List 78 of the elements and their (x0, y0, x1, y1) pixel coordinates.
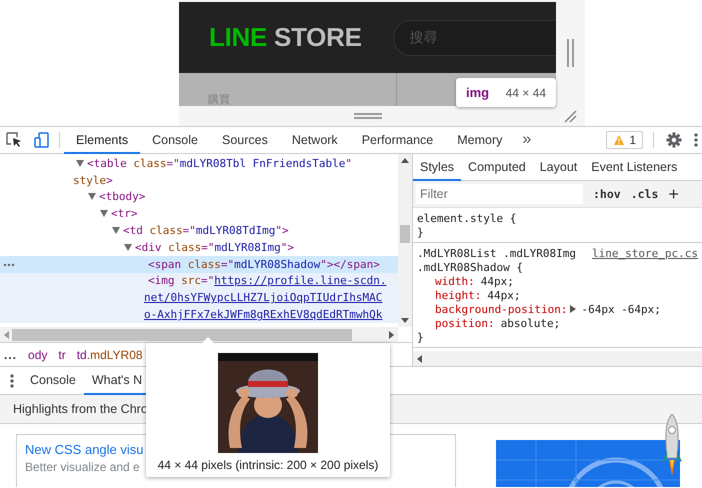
resize-handle[interactable] (354, 113, 382, 119)
css-property[interactable]: width: (435, 274, 475, 288)
css-property[interactable]: position: (435, 316, 495, 330)
tree-row[interactable]: <td class="mdLYR08TdImg"> (0, 222, 398, 239)
logo-text: STORE (274, 22, 362, 53)
code-link-line: <img src="https://profile.line-scdn. (148, 274, 386, 288)
expand-arrow-icon[interactable] (76, 160, 84, 167)
search-field[interactable]: 搜尋 (392, 20, 556, 56)
expand-arrow-icon[interactable] (100, 210, 108, 218)
code-link-line: net/0hsYFWypcLLHZ7LjoiOqpTIUdrIhsMAC (144, 291, 382, 304)
css-selector: .MdLYR08List .mdLYR08Img (417, 246, 576, 260)
inspect-icon[interactable] (6, 132, 22, 148)
filter-field[interactable]: Filter (416, 184, 583, 204)
warnings-button[interactable]: 1 (606, 131, 643, 149)
drawer-tab[interactable]: Console (22, 367, 84, 395)
element-tooltip: img 44 × 44 (456, 78, 556, 107)
resize-corner-icon[interactable] (564, 110, 577, 122)
hov-toggle[interactable]: :hov (593, 187, 621, 201)
code-line: style> (73, 174, 113, 187)
panel-tab[interactable]: Memory (445, 127, 514, 154)
vertical-scrollbar[interactable] (398, 154, 412, 327)
scrollbar-thumb[interactable] (400, 225, 410, 243)
expand-arrow-icon[interactable] (112, 227, 120, 234)
styles-tab[interactable]: Computed (461, 154, 533, 181)
css-value[interactable]: absolute; (500, 316, 560, 330)
tree-row[interactable]: <table class="mdLYR08Tbl FnFriendsTable" (0, 155, 398, 172)
css-brace: } (417, 225, 425, 239)
tree-row[interactable]: <img src="https://profile.line-scdn. (0, 272, 398, 290)
code-line: <span class="mdLYR08Shadow"></span> (148, 258, 380, 271)
css-brace: } (417, 330, 425, 344)
new-rule-button[interactable]: + (668, 185, 679, 203)
resize-handle[interactable] (567, 39, 574, 67)
css-value[interactable]: 44px; (487, 288, 520, 302)
tree-row[interactable]: <tr> (0, 205, 398, 222)
styles-tab[interactable]: Layout (532, 154, 584, 181)
tree-row[interactable]: <span class="mdLYR08Shadow"></span> (0, 256, 398, 273)
scroll-left-icon[interactable] (417, 354, 422, 362)
panel-tab[interactable]: Sources (210, 127, 280, 154)
warning-icon (613, 134, 626, 146)
panel-tab[interactable]: Elements (64, 127, 140, 154)
scroll-right-icon[interactable] (389, 330, 394, 338)
source-link[interactable]: line_store_pc.cs (584, 246, 698, 260)
tree-row[interactable]: <tbody> (0, 188, 398, 206)
expand-arrow-icon[interactable] (570, 305, 576, 313)
horizontal-scrollbar[interactable] (413, 351, 702, 366)
more-icon[interactable] (3, 262, 15, 267)
scroll-down-icon[interactable] (401, 318, 409, 323)
menu-icon[interactable] (694, 133, 698, 147)
cls-toggle[interactable]: .cls (630, 187, 658, 201)
breadcrumb[interactable]: td.mdLYR08 (76, 348, 143, 362)
panel-tab[interactable]: Performance (350, 127, 446, 154)
expand-arrow-icon[interactable] (88, 193, 96, 200)
more-tabs-button[interactable]: » (514, 127, 540, 153)
code-line: <tbody> (99, 190, 146, 204)
logo-text: LINE (209, 22, 268, 53)
menu-icon[interactable] (10, 374, 14, 388)
css-value[interactable]: -64px -64px; (581, 302, 661, 316)
device-toggle-icon[interactable] (34, 132, 49, 148)
css-value[interactable]: 44px; (480, 274, 514, 288)
scroll-up-icon[interactable] (401, 158, 409, 163)
settings-icon[interactable] (666, 132, 682, 148)
code-line: <tr> (111, 207, 138, 220)
code-line: <div class="mdLYR08Img"> (135, 240, 294, 254)
horizontal-scrollbar[interactable] (0, 327, 398, 342)
css-property[interactable]: background-position: (435, 302, 568, 316)
breadcrumb[interactable]: tr (58, 348, 66, 362)
code-line: <table class="mdLYR08Tbl FnFriendsTable" (87, 156, 352, 170)
panel-tab[interactable]: Network (280, 127, 350, 154)
code-line: <td class="mdLYR08TdImg"> (123, 224, 289, 238)
css-selector: .mdLYR08Shadow { (417, 260, 523, 274)
image-size-caption: 44 × 44 pixels (intrinsic: 200 × 200 pixels) (158, 458, 378, 472)
panel-tab[interactable]: Console (140, 127, 210, 154)
code-link-line: o-AxhjFFx7ekJWFm8gRExhEV8qdEdRTmwhQk (144, 308, 382, 322)
css-property[interactable]: height: (435, 288, 482, 302)
breadcrumb[interactable]: ody (28, 348, 48, 362)
styles-tab[interactable]: Event Listeners (584, 154, 684, 181)
css-selector: element.style { (417, 212, 516, 224)
breadcrumb-overflow[interactable]: ... (4, 348, 18, 362)
